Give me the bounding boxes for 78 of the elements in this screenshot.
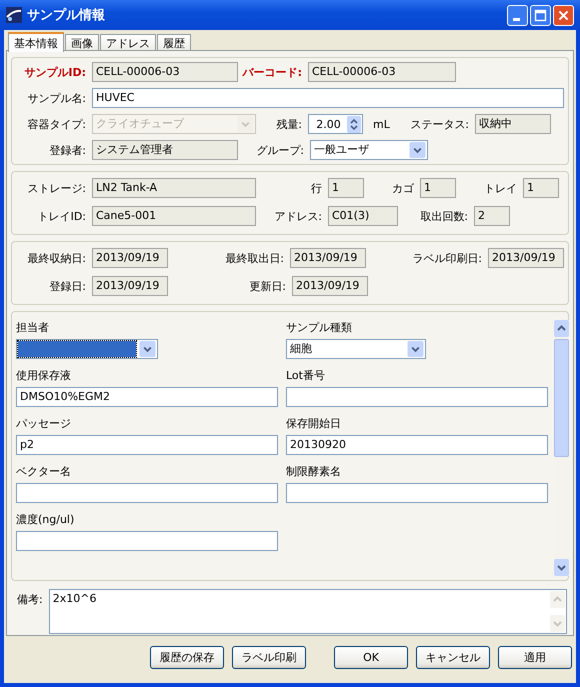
field-label: 登録者: — [48, 142, 87, 158]
window-title: サンプル情報 — [27, 6, 106, 24]
scroll-up-icon[interactable] — [554, 320, 569, 337]
field-label: トレイ — [483, 180, 518, 196]
app-icon — [6, 7, 22, 23]
field-label: 登録日: — [48, 278, 87, 294]
close-button[interactable] — [553, 4, 574, 26]
dropdown[interactable]: 一般ユーザ — [310, 140, 428, 160]
field-label: サンプルID: — [23, 64, 87, 80]
text-field[interactable] — [16, 483, 278, 503]
dialog-button[interactable]: 適用 — [498, 646, 572, 669]
field-label: 担当者 — [16, 320, 50, 336]
text-field[interactable]: 2013/09/19 — [292, 276, 368, 296]
field-label: 更新日: — [248, 278, 287, 294]
minimize-icon — [513, 18, 520, 20]
field-label: 制限酵素名 — [286, 464, 342, 480]
dialog-button[interactable]: キャンセル — [416, 646, 490, 669]
field-label: サンプル名: — [26, 90, 87, 106]
text-field[interactable] — [16, 531, 278, 551]
field-label: 備考: — [17, 592, 43, 607]
text-field[interactable]: 1 — [328, 178, 364, 198]
dialog-button[interactable]: OK — [334, 646, 408, 669]
field-label: 行 — [310, 180, 323, 196]
field-label: ラベル印刷日: — [411, 250, 483, 266]
text-field[interactable]: p2 — [16, 435, 278, 455]
field-label: トレイID: — [36, 208, 87, 224]
tab[interactable]: 画像 — [65, 34, 99, 51]
text-field[interactable]: 1 — [523, 178, 559, 198]
field-label: ストレージ: — [26, 180, 87, 196]
scroll-down-icon[interactable] — [554, 559, 569, 576]
text-field[interactable]: 収納中 — [475, 114, 551, 134]
text-field[interactable]: C01(3) — [328, 206, 398, 226]
field-label: 残量: — [275, 116, 303, 132]
text-field[interactable]: 2013/09/19 — [92, 248, 168, 268]
text-field[interactable]: システム管理者 — [92, 140, 238, 160]
text-field[interactable]: LN2 Tank-A — [92, 178, 256, 198]
unit-label: mL — [373, 118, 391, 130]
tab[interactable]: アドレス — [100, 34, 156, 51]
field-label: 最終収納日: — [26, 250, 87, 266]
text-field[interactable]: 2 — [474, 206, 510, 226]
minimize-button[interactable] — [507, 4, 528, 26]
dropdown[interactable]: 細胞 — [286, 339, 426, 359]
field-label: ベクター名 — [16, 464, 72, 480]
text-field[interactable]: HUVEC — [92, 88, 564, 108]
field-label: バーコード: — [241, 64, 303, 80]
text-field[interactable]: Cane5-001 — [92, 206, 256, 226]
dropdown[interactable] — [16, 339, 158, 359]
field-label: 容器タイプ: — [26, 116, 87, 132]
text-field[interactable]: DMSO10%EGM2 — [16, 387, 278, 407]
spin-arrows-icon[interactable] — [347, 116, 361, 132]
field-label: アドレス: — [273, 208, 323, 224]
field-label: 濃度(ng/ul) — [16, 512, 76, 528]
field-label: サンプル種類 — [286, 320, 353, 336]
field-label: 取出回数: — [419, 208, 469, 224]
spin-box[interactable]: 2.00 — [308, 114, 363, 134]
maximize-button[interactable] — [530, 4, 551, 26]
text-field[interactable] — [286, 387, 548, 407]
tab[interactable]: 基本情報 — [8, 32, 64, 52]
scrollbar[interactable] — [554, 320, 569, 576]
field-label: 使用保存液 — [16, 368, 72, 384]
dialog-button[interactable]: ラベル印刷 — [232, 646, 306, 669]
text-field[interactable]: 2013/09/19 — [92, 276, 168, 296]
text-field[interactable] — [286, 483, 548, 503]
field-label: カゴ — [391, 180, 415, 196]
field-label: 最終取出日: — [224, 250, 285, 266]
text-field[interactable]: 20130920 — [286, 435, 548, 455]
dialog-button[interactable]: 履歴の保存 — [150, 646, 224, 669]
field-label: ステータス: — [409, 116, 470, 132]
text-field[interactable]: 1 — [420, 178, 456, 198]
field-label: 保存開始日 — [286, 416, 342, 432]
text-field[interactable]: 2013/09/19 — [488, 248, 564, 268]
tab[interactable]: 履歴 — [157, 34, 191, 51]
text-field[interactable]: 2013/09/19 — [290, 248, 366, 268]
text-field[interactable]: CELL-00006-03 — [92, 62, 238, 82]
field-label: Lot番号 — [286, 368, 326, 384]
field-label: グループ: — [255, 142, 305, 158]
field-label: パッセージ — [16, 416, 72, 432]
text-field[interactable]: CELL-00006-03 — [308, 62, 456, 82]
